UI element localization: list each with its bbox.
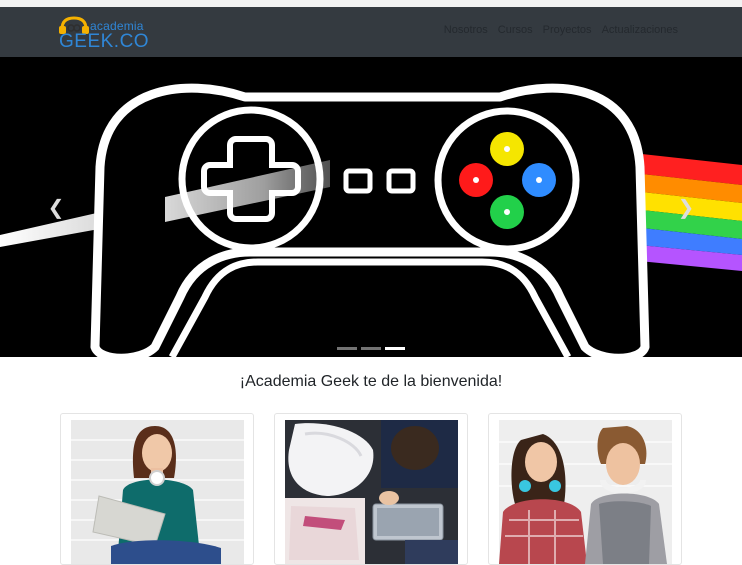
students-studying-top-view-image	[285, 420, 458, 564]
carousel-indicator-2[interactable]	[361, 347, 381, 350]
nav-links: Nosotros Cursos Proyectos Actualizacione…	[444, 24, 678, 36]
carousel-next-button[interactable]: ❯	[671, 187, 701, 227]
brand-text-main: GEEK.CO	[59, 31, 150, 52]
card-1[interactable]	[60, 413, 254, 565]
brand-logo[interactable]: academia GEEK.CO	[58, 15, 150, 52]
carousel-indicator-1[interactable]	[337, 347, 357, 350]
carousel-prev-button[interactable]: ❮	[41, 187, 71, 227]
welcome-heading: ¡Academia Geek te de la bienvenida!	[239, 373, 503, 390]
carousel-indicators	[337, 347, 405, 350]
window-top-strip	[0, 0, 742, 7]
card-2[interactable]	[274, 413, 468, 565]
hero-carousel: ❮ ❯	[0, 57, 742, 357]
card-3[interactable]	[488, 413, 682, 565]
two-students-with-headphones-image	[499, 420, 672, 564]
nav-link-nosotros[interactable]: Nosotros	[444, 24, 488, 36]
carousel-indicator-3[interactable]	[385, 347, 405, 350]
nav-link-proyectos[interactable]: Proyectos	[543, 24, 592, 36]
chevron-left-icon: ❮	[47, 196, 65, 219]
chevron-right-icon: ❯	[677, 196, 695, 219]
navbar: academia GEEK.CO Nosotros Cursos Proyect…	[0, 7, 742, 57]
girl-with-laptop-image	[71, 420, 244, 564]
nav-link-actualizaciones[interactable]: Actualizaciones	[602, 24, 678, 36]
game-controller-prism-image	[0, 83, 742, 357]
nav-link-cursos[interactable]: Cursos	[498, 24, 533, 36]
